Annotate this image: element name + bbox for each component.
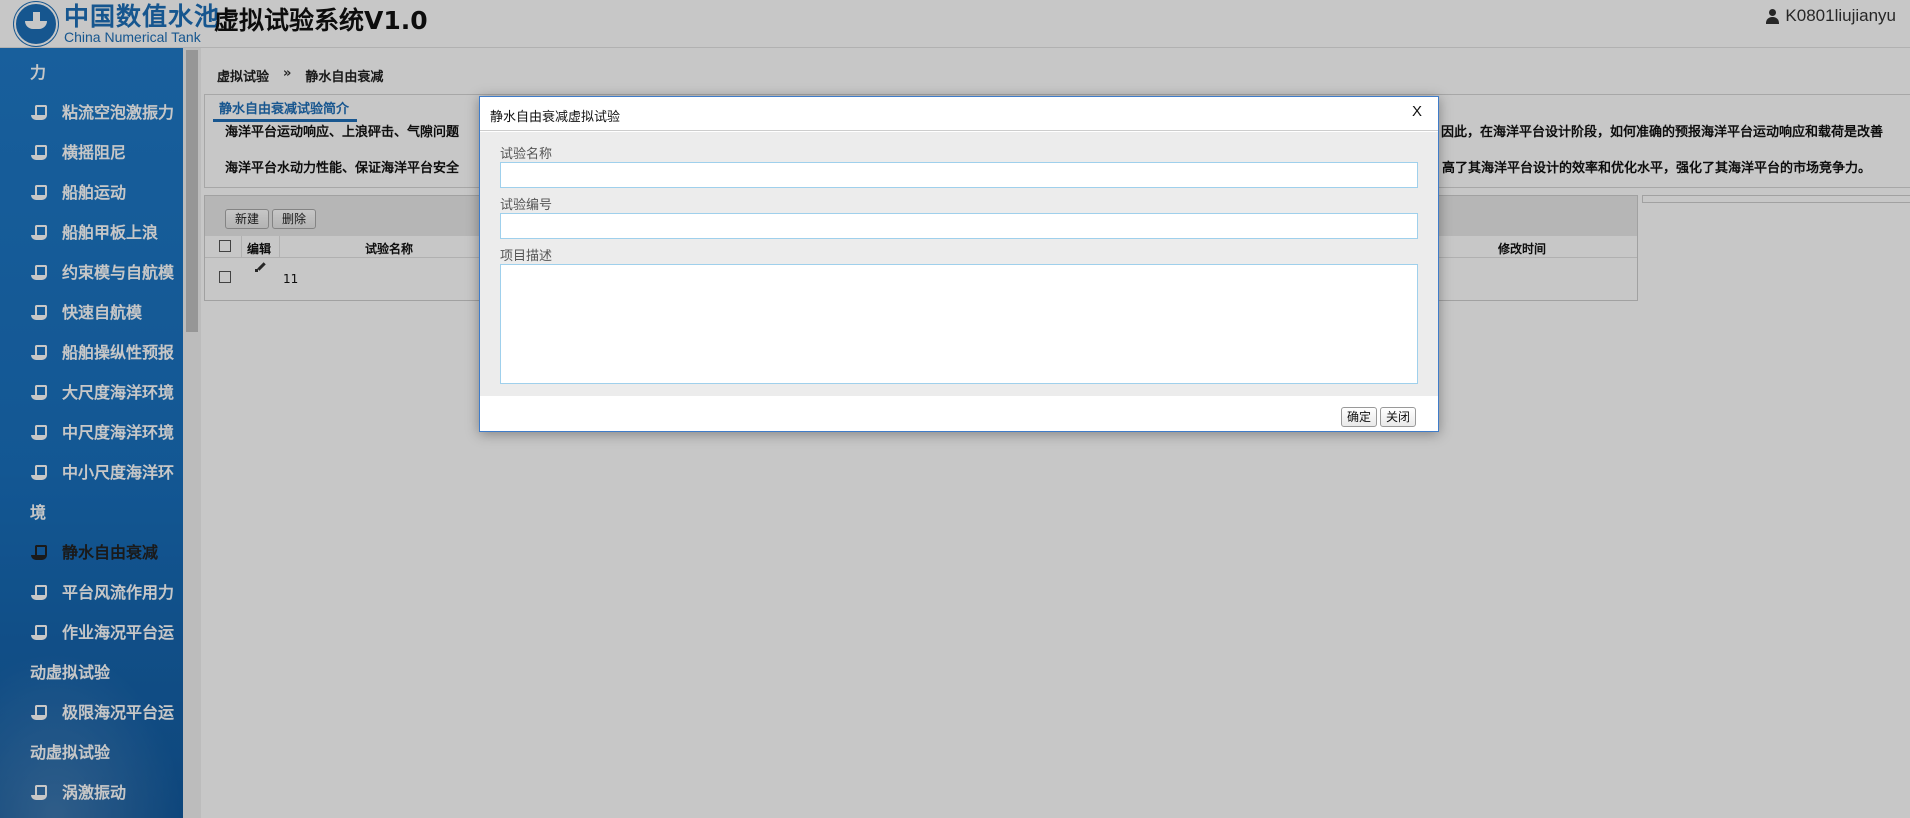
project-description-label: 项目描述 <box>500 249 553 264</box>
dialog-header: 静水自由衰减虚拟试验 X <box>480 97 1438 131</box>
new-experiment-dialog: 静水自由衰减虚拟试验 X 试验名称 试验编号 项目描述 确定 关闭 <box>479 96 1439 432</box>
dialog-title: 静水自由衰减虚拟试验 <box>490 110 621 125</box>
experiment-name-input[interactable] <box>500 162 1418 188</box>
experiment-number-label: 试验编号 <box>500 198 553 213</box>
project-description-textarea[interactable] <box>500 264 1418 384</box>
close-button[interactable]: 关闭 <box>1380 407 1417 427</box>
experiment-name-label: 试验名称 <box>500 147 553 162</box>
confirm-button[interactable]: 确定 <box>1341 407 1378 427</box>
dialog-body: 试验名称 试验编号 项目描述 <box>480 132 1438 396</box>
experiment-number-input[interactable] <box>500 213 1418 239</box>
close-icon[interactable]: X <box>1412 103 1422 120</box>
dialog-footer: 确定 关闭 <box>480 396 1438 431</box>
